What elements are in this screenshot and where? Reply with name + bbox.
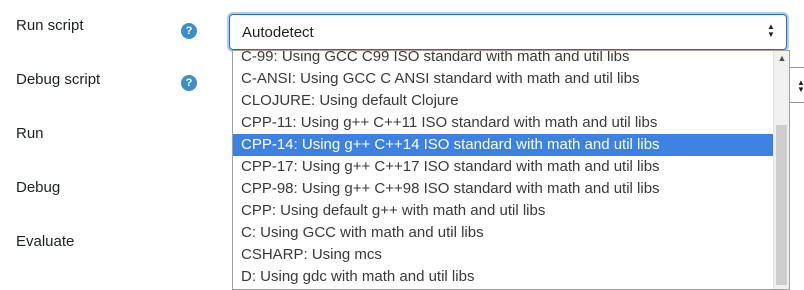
label-run-script: Run script [16,17,84,34]
debug-script-help-icon[interactable]: ? [181,75,197,91]
run-script-select[interactable]: Autodetect ▲ ▼ [229,14,787,50]
dropdown-option[interactable]: CPP: Using default g++ with math and uti… [233,200,773,222]
dropdown-option[interactable]: CPP-11: Using g++ C++11 ISO standard wit… [233,112,773,134]
run-script-select-value: Autodetect [242,24,314,41]
dropdown-option[interactable]: C-ANSI: Using GCC C ANSI standard with m… [233,68,773,90]
chevron-up-down-icon: ▲ ▼ [767,22,775,39]
run-script-help-icon[interactable]: ? [181,23,197,39]
scrollbar-thumb[interactable] [776,125,787,285]
dropdown-option[interactable]: CPP-17: Using g++ C++17 ISO standard wit… [233,156,773,178]
dropdown-option[interactable]: CSHARP: Using mcs [233,244,773,266]
dropdown-option[interactable]: CPP-98: Using g++ C++98 ISO standard wit… [233,178,773,200]
dropdown-option[interactable]: CLOJURE: Using default Clojure [233,90,773,112]
dropdown-scrollbar[interactable]: ▲ [773,51,789,289]
label-debug: Debug [16,179,61,196]
dropdown-option[interactable]: C: Using GCC with math and util libs [233,222,773,244]
dropdown-options: C-99: Using GCC C99 ISO standard with ma… [233,51,773,288]
label-run: Run [16,125,44,142]
dropdown-option-highlighted[interactable]: CPP-14: Using g++ C++14 ISO standard wit… [233,134,773,156]
label-evaluate: Evaluate [16,233,75,250]
label-debug-script: Debug script [16,71,101,88]
run-script-dropdown-list[interactable]: C-99: Using GCC C99 ISO standard with ma… [232,50,790,290]
dropdown-option[interactable]: D: Using gdc with math and util libs [233,266,773,288]
chevron-up-down-icon: ▲ ▼ [797,78,804,94]
scroll-up-arrow-icon[interactable]: ▲ [774,53,789,63]
dropdown-option[interactable]: C-99: Using GCC C99 ISO standard with ma… [233,51,773,68]
